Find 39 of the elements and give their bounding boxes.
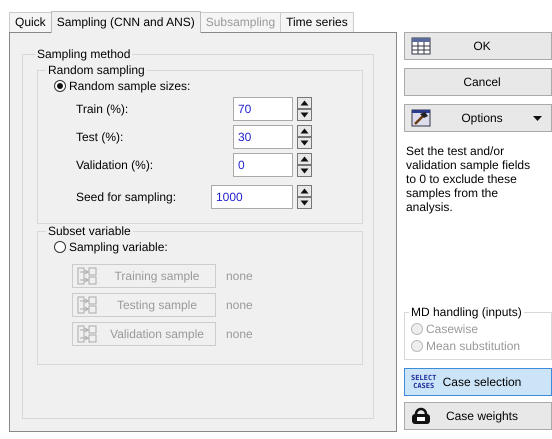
radio-button[interactable] <box>54 80 66 92</box>
radio-label: Sampling variable: <box>69 240 168 254</box>
hint-text: Set the test and/or validation sample fields to 0 to exclude these samples from the analysis. <box>405 143 532 216</box>
table-icon <box>411 37 431 55</box>
variable-value: none <box>226 298 253 312</box>
number-field[interactable]: 30 <box>233 125 293 149</box>
variable-value: none <box>226 269 253 283</box>
dialog-button[interactable]: Options <box>404 104 552 132</box>
radio-label: Random sample sizes: <box>69 79 190 93</box>
radio-label: Mean substitution <box>426 339 520 353</box>
variable-value: none <box>226 327 253 341</box>
dialog-button[interactable]: Cancel <box>404 68 552 96</box>
tab[interactable]: Sampling (CNN and ANS) <box>50 11 201 33</box>
radio-button[interactable] <box>54 241 66 253</box>
spinner-icon[interactable] <box>297 185 312 209</box>
radio-label: Casewise <box>426 322 478 336</box>
dialog-button[interactable]: OK <box>404 32 552 60</box>
number-field[interactable]: 1000 <box>211 185 293 209</box>
group-title: MD handling (inputs) <box>410 305 523 319</box>
variables-icon <box>77 324 97 344</box>
spinner-icon[interactable] <box>297 125 312 149</box>
variables-icon <box>77 266 97 286</box>
field-label: Test (%): <box>76 130 124 144</box>
hammer-icon <box>411 109 431 127</box>
field-label: Validation (%): <box>76 158 154 172</box>
field-label: Seed for sampling: <box>76 190 178 204</box>
spinner-icon[interactable] <box>297 153 312 177</box>
group-title: Sampling method <box>36 47 132 61</box>
spinner-icon[interactable] <box>297 97 312 121</box>
group-title: Subset variable <box>47 224 132 238</box>
number-field[interactable]: 0 <box>233 153 293 177</box>
tab[interactable]: Quick <box>9 12 52 32</box>
tab[interactable]: Time series <box>280 12 354 32</box>
weight-icon <box>411 407 431 425</box>
dialog-button[interactable]: Case weights <box>404 402 552 430</box>
group-title: Random sampling <box>47 63 146 77</box>
field-label: Train (%): <box>76 102 130 116</box>
number-field[interactable]: 70 <box>233 97 293 121</box>
variables-icon <box>77 295 97 315</box>
